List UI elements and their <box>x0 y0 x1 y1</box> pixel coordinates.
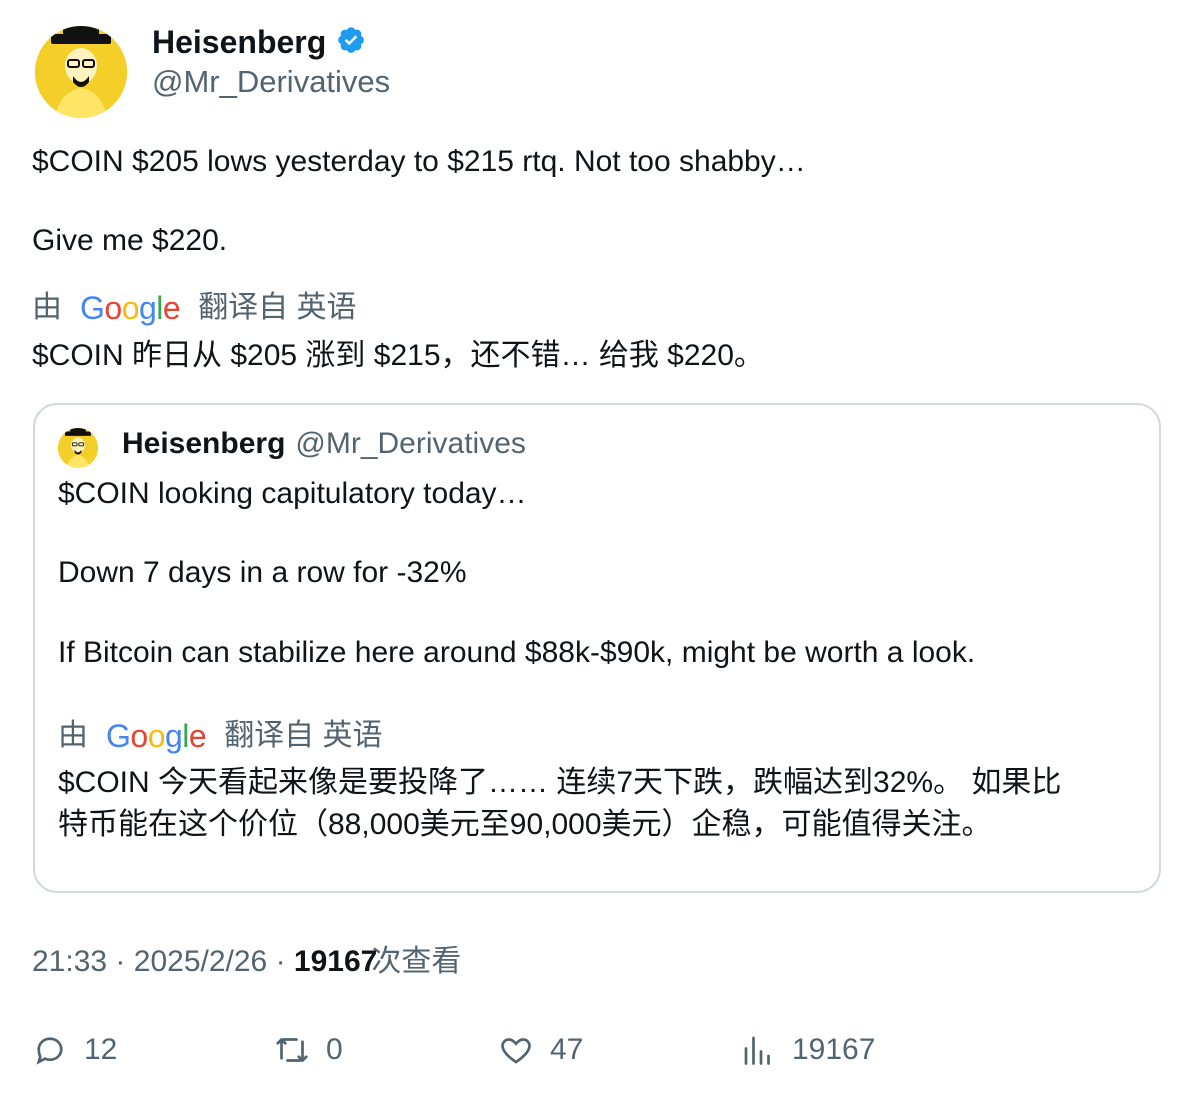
verified-badge-icon <box>336 25 366 60</box>
tweet-text-line-1: $COIN $205 lows yesterday to $215 rtq. N… <box>32 145 806 178</box>
translation-attribution: 由 Google 翻译自 英语 <box>32 288 357 328</box>
tweet-date[interactable]: 2025/2/26 <box>134 945 267 978</box>
quoted-author-name: Heisenberg <box>122 427 286 460</box>
meta-separator: · <box>275 945 286 978</box>
reply-count: 12 <box>84 1033 118 1066</box>
meta-separator: · <box>115 945 126 978</box>
quoted-avatar <box>58 428 98 468</box>
author-name-row: Heisenberg <box>152 22 366 62</box>
views-count: 19167 <box>293 945 378 978</box>
quoted-translation-line-1: $COIN 今天看起来像是要投降了…… 连续7天下跌，跌幅达到32%。 如果比 <box>58 766 1062 799</box>
like-count: 47 <box>550 1033 584 1066</box>
google-logo-icon: Google <box>80 290 181 326</box>
heisenberg-avatar-icon <box>58 428 98 468</box>
author-handle[interactable]: @Mr_Derivatives <box>152 62 390 102</box>
views-button[interactable]: 19167 <box>740 1030 875 1070</box>
quoted-text-line-1: $COIN looking capitulatory today… <box>58 477 527 510</box>
author-name[interactable]: Heisenberg <box>152 22 326 62</box>
translate-suffix: 翻译自 英语 <box>198 291 357 324</box>
views-action-count: 19167 <box>792 1033 876 1066</box>
tweet-translation: $COIN 昨日从 $205 涨到 $215，还不错… 给我 $220。 <box>32 339 764 372</box>
views-label: 次查看 <box>371 945 462 978</box>
heart-icon <box>501 1038 531 1064</box>
translate-prefix: 由 <box>32 291 62 324</box>
retweet-count: 0 <box>326 1033 343 1066</box>
tweet-meta: 21:33 · 2025/2/26 · 19167次查看 <box>32 942 461 982</box>
avatar[interactable] <box>35 26 127 118</box>
quoted-text-line-3: If Bitcoin can stabilize here around $88… <box>58 636 976 669</box>
like-button[interactable]: 47 <box>498 1030 583 1070</box>
quoted-header: Heisenberg @Mr_Derivatives <box>122 424 526 464</box>
reply-button[interactable]: 12 <box>32 1030 117 1070</box>
retweet-icon <box>276 1038 308 1062</box>
quoted-author-handle: @Mr_Derivatives <box>295 427 526 460</box>
tweet-time[interactable]: 21:33 <box>32 945 107 978</box>
retweet-button[interactable]: 0 <box>274 1030 343 1070</box>
google-logo-icon: Google <box>106 718 207 754</box>
quoted-text-line-2: Down 7 days in a row for -32% <box>58 556 467 589</box>
translate-suffix: 翻译自 英语 <box>224 719 383 752</box>
heisenberg-avatar-icon <box>35 26 127 118</box>
translate-prefix: 由 <box>58 719 88 752</box>
reply-icon <box>36 1037 63 1065</box>
analytics-icon <box>744 1036 770 1065</box>
quoted-translation-line-2: 特币能在这个价位（88,000美元至90,000美元）企稳，可能值得关注。 <box>58 808 992 841</box>
quoted-translation-attribution: 由 Google 翻译自 英语 <box>58 716 383 756</box>
tweet-text-line-2: Give me $220. <box>32 224 228 257</box>
